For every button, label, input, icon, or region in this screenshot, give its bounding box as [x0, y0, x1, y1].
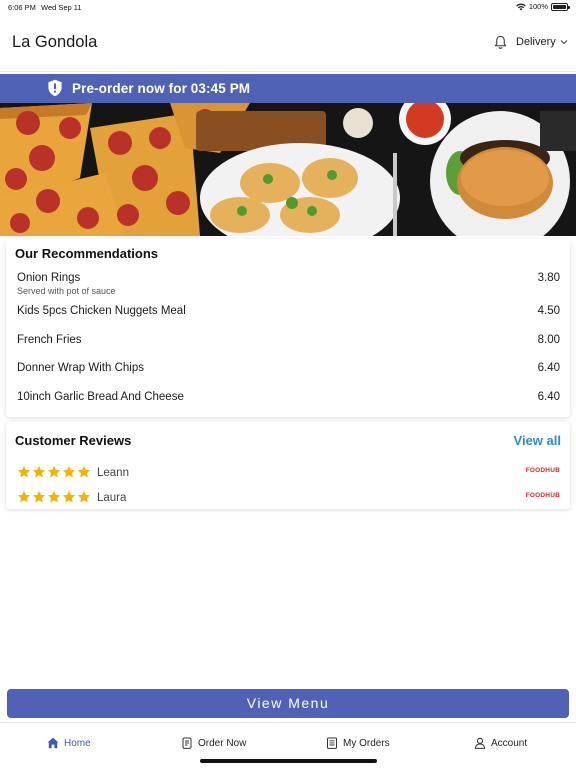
- star-icon: [17, 465, 31, 478]
- item-price: 4.50: [537, 305, 560, 317]
- review-source-logo: FOODHUB: [525, 492, 560, 499]
- view-menu-button[interactable]: View Menu: [7, 689, 569, 718]
- star-icon: [77, 490, 91, 503]
- item-description: Served with pot of sauce: [17, 286, 116, 296]
- item-price: 8.00: [537, 334, 560, 346]
- recommendation-item[interactable]: Donner Wrap With Chips 6.40: [17, 362, 560, 378]
- star-icon: [47, 465, 61, 478]
- receipt-icon: [327, 737, 337, 749]
- star-icon: [62, 490, 76, 503]
- preorder-banner: Pre-order now for 03:45 PM: [0, 74, 576, 103]
- recommendations-card: Our Recommendations Onion Rings Served w…: [6, 239, 570, 417]
- item-name: Kids 5pcs Chicken Nuggets Meal: [17, 305, 186, 317]
- shield-icon: [48, 79, 62, 97]
- star-icon: [32, 490, 46, 503]
- tab-order-now[interactable]: Order Now: [181, 737, 246, 749]
- battery-percent: 100%: [528, 2, 548, 11]
- hero-food-image: [0, 103, 576, 236]
- review-row: Leann FOODHUB: [17, 465, 560, 483]
- star-icon: [47, 490, 61, 503]
- recommendations-title: Our Recommendations: [15, 246, 159, 261]
- item-name: French Fries: [17, 334, 82, 346]
- recommendation-item[interactable]: 10inch Garlic Bread And Cheese 6.40: [17, 391, 560, 407]
- view-all-link[interactable]: View all: [514, 433, 561, 448]
- reviews-title: Customer Reviews: [15, 433, 132, 448]
- delivery-label: Delivery: [516, 36, 556, 48]
- star-icon: [77, 465, 91, 478]
- tab-home[interactable]: Home: [47, 737, 91, 749]
- status-bar: 6:06 PM Wed Sep 11 100%: [0, 0, 576, 14]
- tab-label: Account: [491, 737, 528, 749]
- item-name: 10inch Garlic Bread And Cheese: [17, 391, 184, 403]
- tab-my-orders[interactable]: My Orders: [326, 737, 390, 749]
- star-icon: [62, 465, 76, 478]
- item-name: Donner Wrap With Chips: [17, 362, 144, 374]
- item-price: 6.40: [537, 362, 560, 374]
- preorder-text: Pre-order now for 03:45 PM: [72, 81, 251, 96]
- rating-stars: [17, 465, 91, 479]
- recommendation-item[interactable]: French Fries 8.00: [17, 334, 560, 350]
- app-header: La Gondola Delivery: [0, 14, 576, 72]
- star-icon: [17, 490, 31, 503]
- food-illustration: [0, 103, 576, 236]
- status-date: Wed Sep 11: [41, 3, 82, 12]
- battery-icon: [551, 2, 570, 11]
- item-name: Onion Rings: [17, 272, 81, 284]
- item-price: 6.40: [537, 391, 560, 403]
- wifi-icon: [516, 3, 526, 10]
- tab-label: Order Now: [198, 737, 247, 749]
- restaurant-title: La Gondola: [12, 33, 98, 51]
- rating-stars: [17, 490, 91, 504]
- recommendation-item[interactable]: Kids 5pcs Chicken Nuggets Meal 4.50: [17, 305, 560, 321]
- star-icon: [32, 465, 46, 478]
- review-row: Laura FOODHUB: [17, 490, 560, 508]
- review-source-logo: FOODHUB: [525, 467, 560, 474]
- tab-label: Home: [64, 737, 91, 749]
- status-right: 100%: [516, 2, 570, 11]
- order-icon: [182, 737, 192, 749]
- reviews-card: Customer Reviews View all Leann FOODHUB …: [6, 422, 570, 509]
- delivery-selector[interactable]: Delivery: [516, 36, 568, 48]
- home-icon: [47, 737, 59, 749]
- chevron-down-icon: [560, 40, 568, 45]
- bell-icon[interactable]: [493, 35, 508, 50]
- reviewer-name: Laura: [97, 492, 127, 504]
- item-price: 3.80: [537, 272, 560, 284]
- tab-label: My Orders: [343, 737, 390, 749]
- home-indicator: [200, 759, 377, 763]
- tab-account[interactable]: Account: [474, 737, 527, 749]
- reviewer-name: Leann: [97, 467, 129, 479]
- recommendation-item[interactable]: Onion Rings Served with pot of sauce 3.8…: [17, 272, 560, 298]
- status-time: 6:06 PM: [8, 3, 36, 12]
- person-icon: [474, 737, 486, 749]
